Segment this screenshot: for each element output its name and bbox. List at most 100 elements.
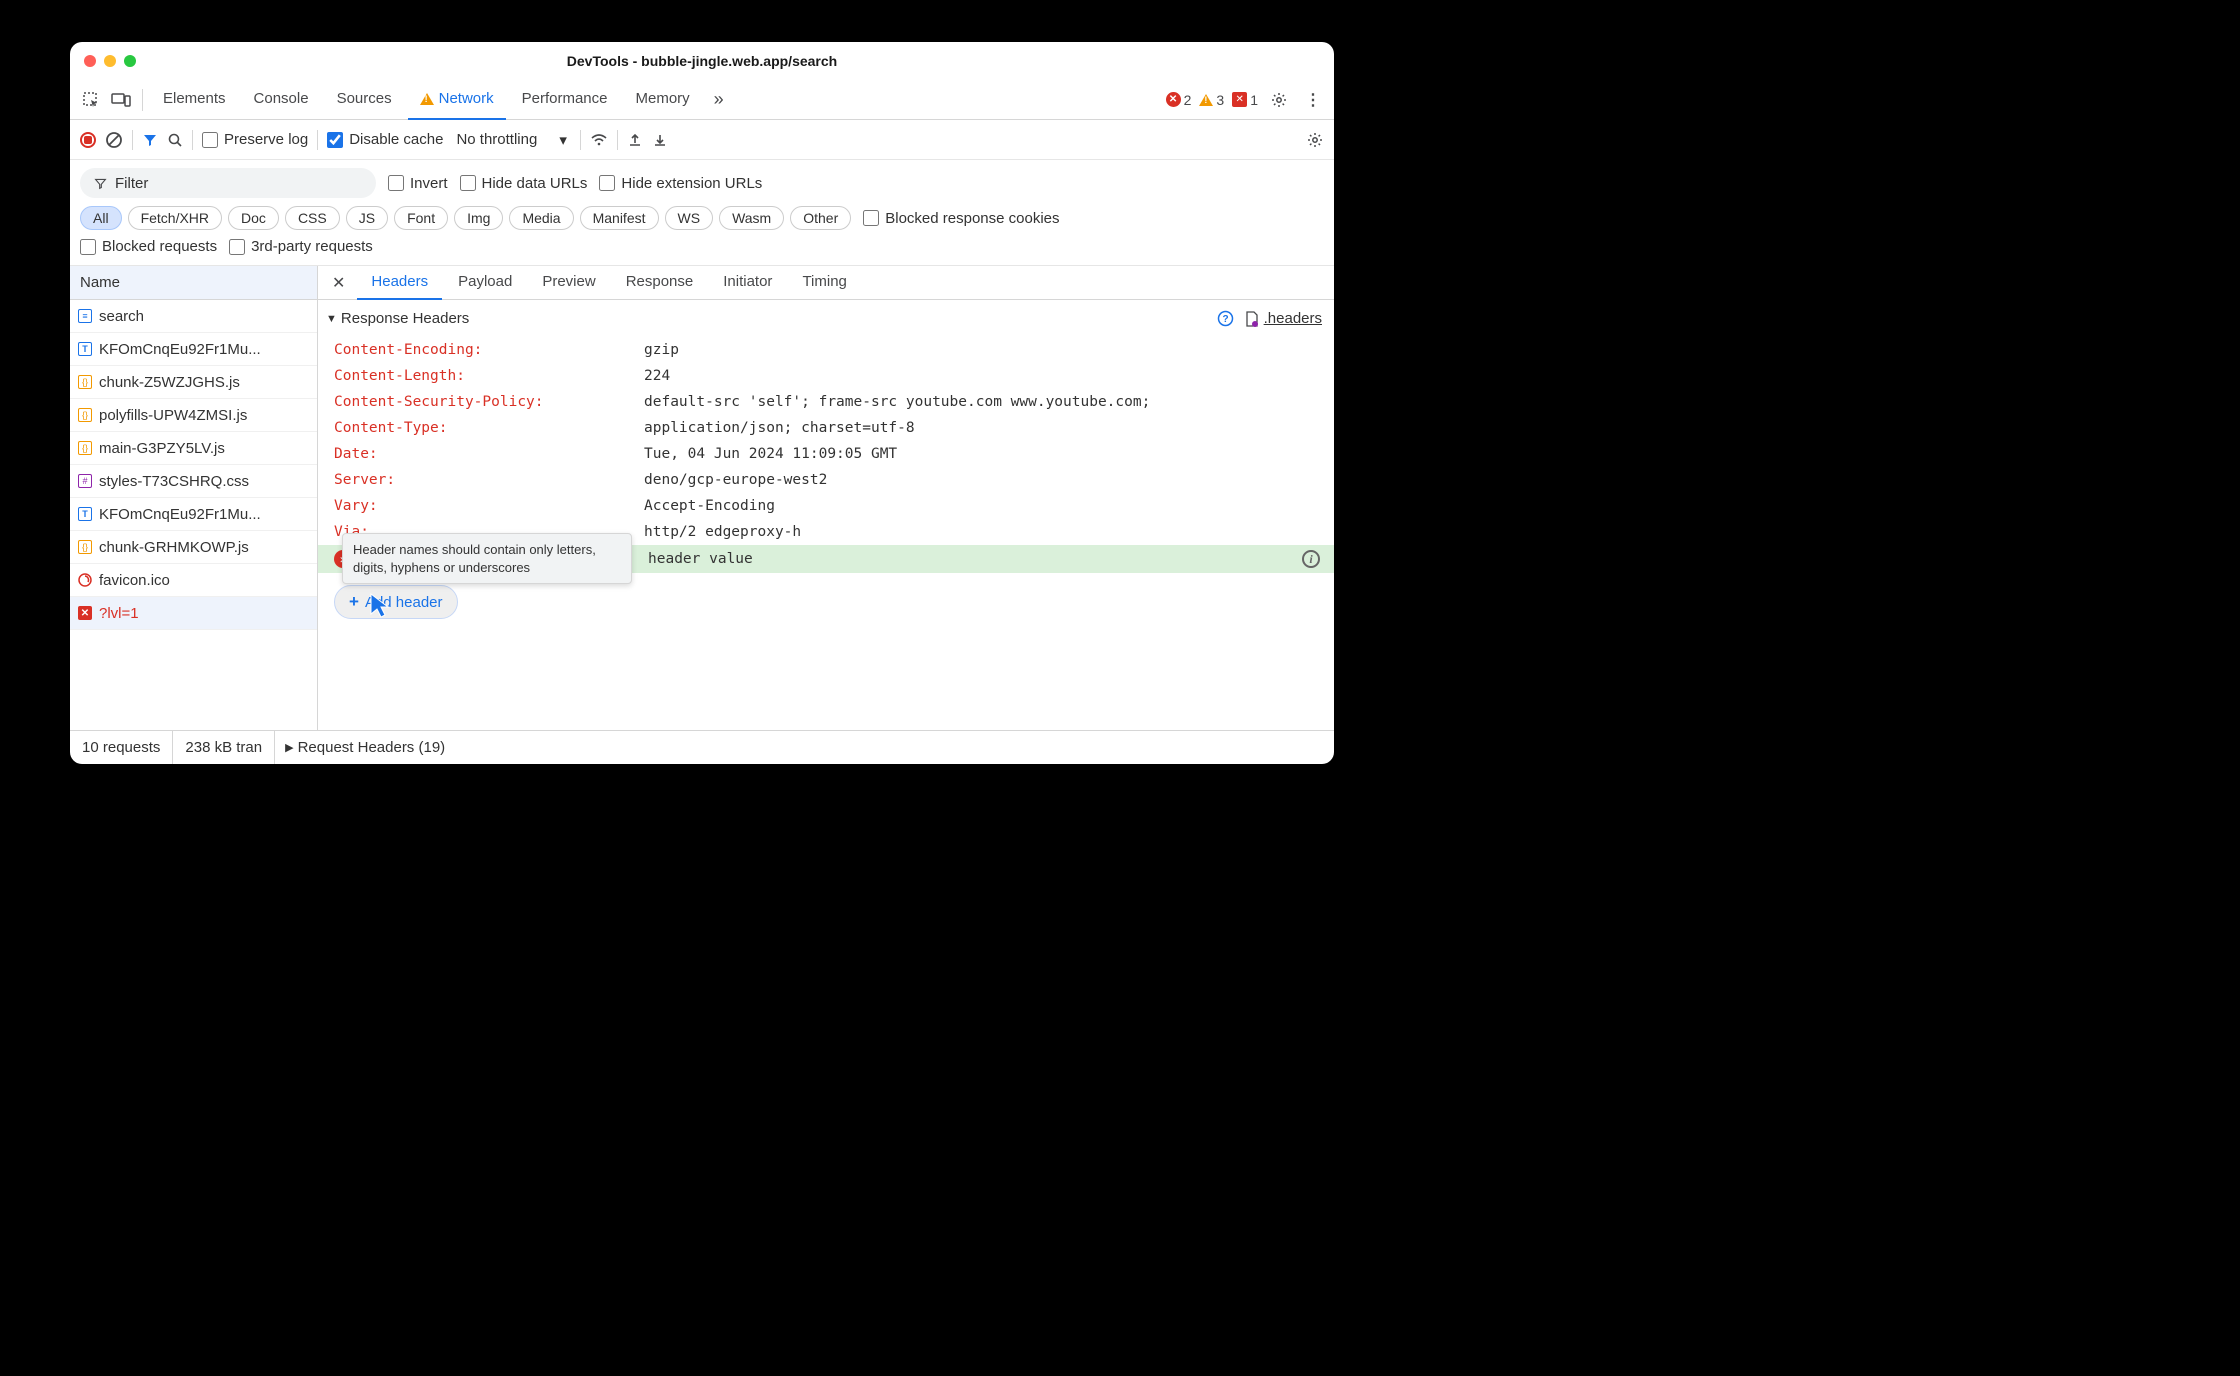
- detail-body: ▼Response Headers ? .headers Content-Enc…: [318, 300, 1334, 730]
- subtab-headers[interactable]: Headers: [357, 266, 442, 300]
- preserve-log-checkbox[interactable]: Preserve log: [202, 131, 308, 148]
- hide-extension-urls-checkbox[interactable]: Hide extension URLs: [599, 175, 762, 192]
- status-bar: 10 requests 238 kB tran ▶Request Headers…: [70, 730, 1334, 764]
- settings-icon[interactable]: [1266, 87, 1292, 113]
- detail-subtabs: ✕ Headers Payload Preview Response Initi…: [318, 266, 1334, 300]
- request-list: ≡search TKFOmCnqEu92Fr1Mu... {}chunk-Z5W…: [70, 300, 317, 730]
- filter-bar: Filter Invert Hide data URLs Hide extens…: [70, 160, 1334, 266]
- more-tabs-icon[interactable]: »: [706, 87, 732, 113]
- chip-manifest[interactable]: Manifest: [580, 206, 659, 230]
- filter-input[interactable]: Filter: [80, 168, 376, 198]
- error-count[interactable]: ✕2: [1166, 92, 1192, 108]
- chip-css[interactable]: CSS: [285, 206, 340, 230]
- more-icon[interactable]: ⋮: [1300, 87, 1326, 113]
- devtools-window: DevTools - bubble-jingle.web.app/search …: [70, 42, 1334, 764]
- warning-icon: [420, 93, 434, 105]
- invert-checkbox[interactable]: Invert: [388, 175, 448, 192]
- error-icon: ✕: [78, 606, 92, 620]
- upload-icon[interactable]: [627, 132, 643, 148]
- tab-sources[interactable]: Sources: [325, 80, 404, 120]
- device-icon[interactable]: [108, 87, 134, 113]
- chip-img[interactable]: Img: [454, 206, 503, 230]
- cursor-icon: [368, 592, 392, 620]
- window-title: DevTools - bubble-jingle.web.app/search: [70, 53, 1334, 69]
- tab-memory[interactable]: Memory: [624, 80, 702, 120]
- third-party-checkbox[interactable]: 3rd-party requests: [229, 238, 373, 255]
- type-chips: All Fetch/XHR Doc CSS JS Font Img Media …: [80, 206, 851, 230]
- subtab-payload[interactable]: Payload: [444, 266, 526, 300]
- help-icon[interactable]: ?: [1217, 310, 1234, 327]
- request-row[interactable]: {}chunk-Z5WZJGHS.js: [70, 366, 317, 399]
- request-row[interactable]: TKFOmCnqEu92Fr1Mu...: [70, 333, 317, 366]
- chip-doc[interactable]: Doc: [228, 206, 279, 230]
- header-row: Server:deno/gcp-europe-west2: [318, 467, 1334, 493]
- tab-elements[interactable]: Elements: [151, 80, 238, 120]
- search-icon[interactable]: [167, 132, 183, 148]
- request-headers-toggle[interactable]: ▶Request Headers (19): [275, 739, 455, 756]
- wifi-icon[interactable]: [590, 131, 608, 149]
- hide-data-urls-checkbox[interactable]: Hide data URLs: [460, 175, 588, 192]
- inspect-icon[interactable]: [78, 87, 104, 113]
- record-button[interactable]: [80, 132, 96, 148]
- clear-icon[interactable]: [105, 131, 123, 149]
- download-icon[interactable]: [652, 132, 668, 148]
- request-row[interactable]: {}main-G3PZY5LV.js: [70, 432, 317, 465]
- warning-count[interactable]: 3: [1199, 92, 1224, 108]
- chip-other[interactable]: Other: [790, 206, 851, 230]
- main-area: Name ≡search TKFOmCnqEu92Fr1Mu... {}chun…: [70, 266, 1334, 730]
- subtab-timing[interactable]: Timing: [788, 266, 860, 300]
- headers-file-link[interactable]: .headers: [1244, 310, 1322, 327]
- chip-ws[interactable]: WS: [665, 206, 714, 230]
- request-row[interactable]: {}polyfills-UPW4ZMSI.js: [70, 399, 317, 432]
- blocked-cookies-checkbox[interactable]: Blocked response cookies: [863, 210, 1059, 227]
- close-details-icon[interactable]: ✕: [322, 273, 355, 293]
- tab-performance[interactable]: Performance: [510, 80, 620, 120]
- chip-font[interactable]: Font: [394, 206, 448, 230]
- requests-sidebar: Name ≡search TKFOmCnqEu92Fr1Mu... {}chun…: [70, 266, 318, 730]
- request-row[interactable]: favicon.ico: [70, 564, 317, 597]
- svg-text:?: ?: [1222, 314, 1228, 325]
- add-header-button[interactable]: +Add header: [334, 585, 458, 619]
- main-tabs: Elements Console Sources Network Perform…: [70, 80, 1334, 120]
- subtab-preview[interactable]: Preview: [528, 266, 609, 300]
- throttling-select[interactable]: No throttling▾: [452, 131, 570, 149]
- header-row: Content-Type:application/json; charset=u…: [318, 415, 1334, 441]
- chip-wasm[interactable]: Wasm: [719, 206, 784, 230]
- subtab-response[interactable]: Response: [612, 266, 708, 300]
- filter-icon[interactable]: [142, 132, 158, 148]
- request-count: 10 requests: [70, 731, 173, 764]
- validation-tooltip: Header names should contain only letters…: [342, 533, 632, 584]
- chip-all[interactable]: All: [80, 206, 122, 230]
- funnel-icon: [94, 177, 107, 190]
- header-row: Date:Tue, 04 Jun 2024 11:09:05 GMT: [318, 441, 1334, 467]
- settings-gear-icon[interactable]: [1306, 131, 1324, 149]
- chip-fetch-xhr[interactable]: Fetch/XHR: [128, 206, 222, 230]
- subtab-initiator[interactable]: Initiator: [709, 266, 786, 300]
- issue-count[interactable]: ✕1: [1232, 92, 1258, 108]
- issue-icon: ✕: [1232, 92, 1247, 107]
- header-row: Content-Security-Policy:default-src 'sel…: [318, 389, 1334, 415]
- warning-icon: [1199, 94, 1213, 106]
- request-row[interactable]: TKFOmCnqEu92Fr1Mu...: [70, 498, 317, 531]
- request-row-selected[interactable]: ✕?lvl=1: [70, 597, 317, 630]
- info-icon[interactable]: i: [1302, 550, 1320, 568]
- disable-cache-checkbox[interactable]: Disable cache: [327, 131, 443, 148]
- network-toolbar: Preserve log Disable cache No throttling…: [70, 120, 1334, 160]
- tab-console[interactable]: Console: [242, 80, 321, 120]
- chip-media[interactable]: Media: [509, 206, 573, 230]
- header-row: Vary:Accept-Encoding: [318, 493, 1334, 519]
- request-row[interactable]: ≡search: [70, 300, 317, 333]
- response-headers-section[interactable]: ▼Response Headers ? .headers: [318, 300, 1334, 337]
- tab-network[interactable]: Network: [408, 80, 506, 120]
- request-row[interactable]: #styles-T73CSHRQ.css: [70, 465, 317, 498]
- error-icon: ✕: [1166, 92, 1181, 107]
- chip-js[interactable]: JS: [346, 206, 388, 230]
- header-row: Content-Length:224: [318, 363, 1334, 389]
- details-pane: ✕ Headers Payload Preview Response Initi…: [318, 266, 1334, 730]
- favicon-icon: [78, 573, 92, 587]
- blocked-requests-checkbox[interactable]: Blocked requests: [80, 238, 217, 255]
- request-row[interactable]: {}chunk-GRHMKOWP.js: [70, 531, 317, 564]
- transfer-size: 238 kB tran: [173, 731, 275, 764]
- titlebar: DevTools - bubble-jingle.web.app/search: [70, 42, 1334, 80]
- name-column-header[interactable]: Name: [70, 266, 317, 300]
